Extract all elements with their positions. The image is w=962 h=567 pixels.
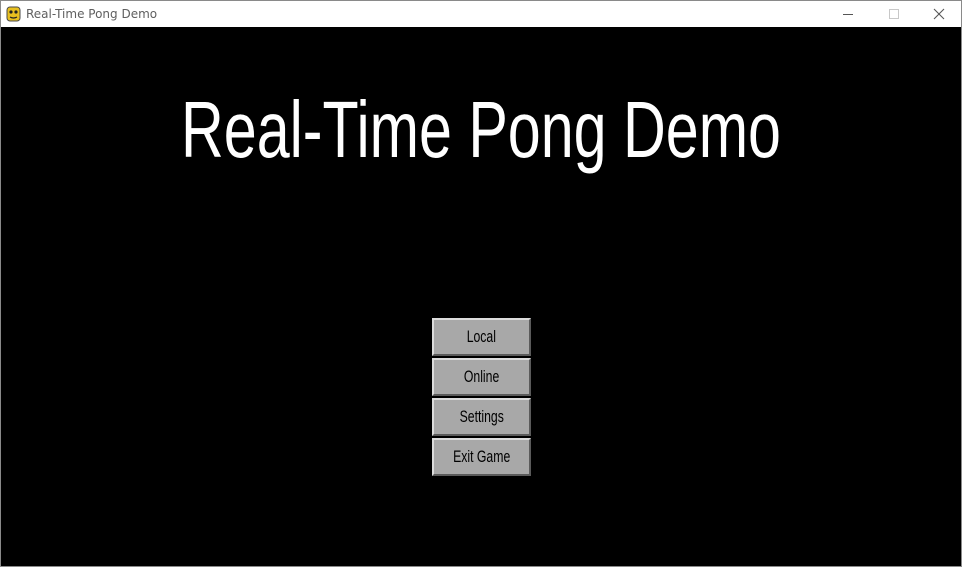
online-button[interactable]: Online [432, 358, 531, 396]
game-canvas[interactable]: Real-Time Pong Demo Local Online Setting… [1, 27, 961, 566]
exit-game-button-label: Exit Game [452, 447, 511, 466]
minimize-icon [842, 5, 854, 24]
close-icon [933, 5, 945, 24]
close-button[interactable] [916, 1, 962, 27]
minimize-button[interactable] [825, 1, 871, 27]
settings-button[interactable]: Settings [432, 398, 531, 436]
app-icon [6, 6, 21, 22]
title-bar[interactable]: Real-Time Pong Demo [1, 1, 961, 27]
settings-button-label: Settings [459, 407, 504, 426]
app-window: Real-Time Pong Demo Real-Time Pong Demo [0, 0, 962, 567]
local-button-label: Local [466, 327, 497, 346]
window-title: Real-Time Pong Demo [26, 7, 158, 21]
exit-game-button[interactable]: Exit Game [432, 438, 531, 476]
online-button-label: Online [463, 367, 500, 386]
maximize-button[interactable] [871, 1, 917, 27]
game-title: Real-Time Pong Demo [181, 85, 781, 174]
maximize-icon [888, 5, 900, 24]
local-button[interactable]: Local [432, 318, 531, 356]
